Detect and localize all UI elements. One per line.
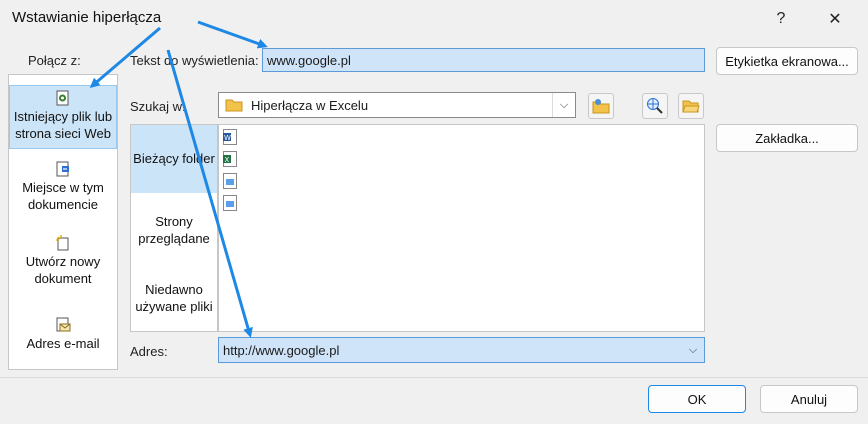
new-document-icon: [56, 235, 69, 251]
link-to-place-line1: Miejsce w tym: [22, 180, 104, 195]
link-to-place-line2: dokumencie: [27, 197, 99, 212]
source-recent-files[interactable]: Niedawno używane pliki: [131, 281, 217, 315]
list-item[interactable]: [219, 193, 704, 213]
cancel-button[interactable]: Anuluj: [760, 385, 858, 413]
divider: [0, 377, 868, 378]
source-browsed-line1: Strony: [155, 214, 193, 229]
arrow-to-display-text: [197, 20, 268, 49]
source-pane: Bieżący folder Strony przeglądane Niedaw…: [130, 124, 218, 332]
excel-file-icon: X: [223, 151, 237, 167]
address-value: http://www.google.pl: [223, 343, 340, 358]
close-button[interactable]: ✕: [812, 0, 858, 38]
source-browsed-pages[interactable]: Strony przeglądane: [131, 213, 217, 247]
open-folder-icon: [682, 100, 700, 113]
link-to-email-line1: Adres e-mail: [26, 336, 100, 351]
browse-file-button[interactable]: [678, 93, 704, 119]
source-current-folder-label: Bieżący folder: [133, 151, 215, 166]
image-file-icon: [223, 195, 237, 211]
look-in-combo[interactable]: Hiperłącza w Excelu ⌵: [218, 92, 576, 118]
list-item[interactable]: [219, 171, 704, 191]
display-text-input[interactable]: www.google.pl: [262, 48, 705, 72]
display-text-label: Tekst do wyświetlenia:: [130, 53, 259, 68]
browse-web-button[interactable]: [588, 93, 614, 119]
svg-text:X: X: [225, 156, 230, 164]
link-to-place-in-document[interactable]: Miejsce w tym dokumencie: [9, 161, 117, 213]
link-to-existing-file[interactable]: Istniejący plik lub strona sieci Web: [9, 85, 117, 149]
globe-search-icon: [647, 98, 663, 114]
email-address-icon: [56, 317, 71, 332]
ok-button[interactable]: OK: [648, 385, 746, 413]
list-item[interactable]: X: [219, 149, 704, 169]
existing-file-web-icon: [56, 90, 69, 106]
up-folder-icon: [592, 99, 610, 114]
link-to-new-line2: dokument: [34, 271, 92, 286]
folder-icon: [225, 99, 243, 112]
source-browsed-line2: przeglądane: [138, 231, 210, 246]
link-to-new-document[interactable]: Utwórz nowy dokument: [9, 235, 117, 287]
look-in-label: Szukaj w:: [130, 99, 186, 114]
word-file-icon: W: [223, 129, 237, 145]
source-current-folder[interactable]: Bieżący folder: [131, 125, 217, 193]
source-recent-line2: używane pliki: [135, 299, 213, 314]
chevron-down-icon[interactable]: ⌵: [682, 338, 704, 362]
file-list[interactable]: W X: [218, 124, 705, 332]
link-to-label: Połącz z:: [28, 53, 81, 68]
help-button[interactable]: ?: [758, 0, 804, 38]
link-to-existing-line1: Istniejący plik lub: [13, 109, 113, 124]
link-to-pane: Istniejący plik lub strona sieci Web Mie…: [8, 74, 118, 370]
display-text-value: www.google.pl: [267, 53, 351, 68]
link-to-existing-line2: strona sieci Web: [15, 126, 111, 141]
chevron-down-icon[interactable]: ⌵: [552, 93, 575, 117]
browse-internet-button[interactable]: [642, 93, 668, 119]
address-label: Adres:: [130, 344, 168, 359]
link-to-new-line1: Utwórz nowy: [25, 254, 101, 269]
address-input[interactable]: http://www.google.pl ⌵: [218, 337, 705, 363]
source-recent-line1: Niedawno: [145, 282, 203, 297]
svg-text:W: W: [224, 134, 231, 142]
bookmark-button[interactable]: Zakładka...: [716, 124, 858, 152]
window-title: Wstawianie hiperłącza: [12, 9, 162, 26]
look-in-value: Hiperłącza w Excelu: [251, 98, 369, 113]
screentip-button[interactable]: Etykietka ekranowa...: [716, 47, 858, 75]
place-in-document-icon: [56, 161, 69, 177]
link-to-email[interactable]: Adres e-mail: [9, 317, 117, 352]
image-file-icon: [223, 173, 237, 189]
list-item[interactable]: W: [219, 127, 704, 147]
